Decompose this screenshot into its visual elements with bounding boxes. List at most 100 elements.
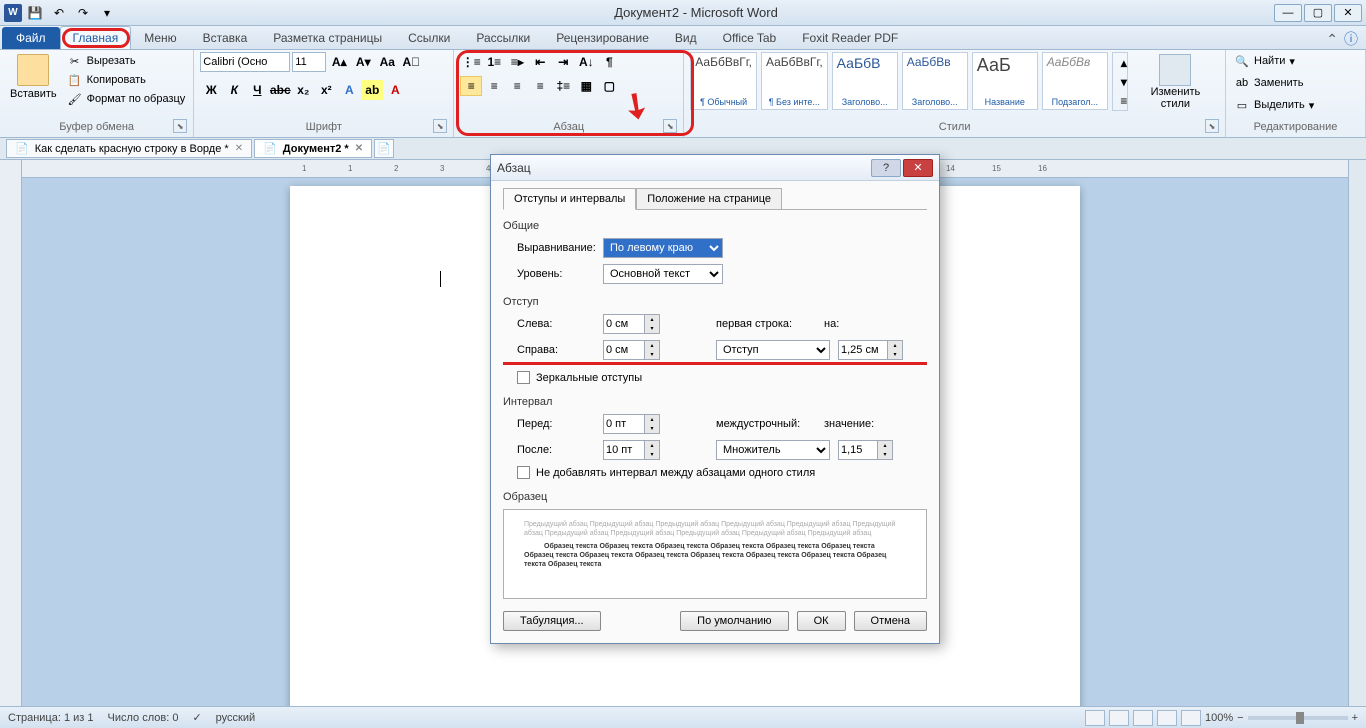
style-no-spacing[interactable]: АаБбВвГг,¶ Без инте... bbox=[761, 52, 828, 110]
zoom-slider[interactable] bbox=[1248, 716, 1348, 720]
text-effects-button[interactable]: A bbox=[338, 80, 360, 100]
mirror-indents-checkbox[interactable] bbox=[517, 371, 530, 384]
find-button[interactable]: 🔍Найти ▾ bbox=[1232, 52, 1297, 70]
ribbon-minimize-icon[interactable]: ⌃ bbox=[1326, 31, 1338, 48]
highlight-button[interactable]: ab bbox=[361, 80, 383, 100]
tab-insert[interactable]: Вставка bbox=[190, 26, 261, 49]
web-layout-view[interactable] bbox=[1133, 710, 1153, 726]
style-heading1[interactable]: АаБбВЗаголово... bbox=[832, 52, 898, 110]
font-color-button[interactable]: A bbox=[384, 80, 406, 100]
ok-button[interactable]: ОК bbox=[797, 611, 846, 631]
decrease-indent-button[interactable]: ⇤ bbox=[529, 52, 551, 72]
at-spinner[interactable]: ▴▾ bbox=[838, 440, 893, 460]
tab-mailings[interactable]: Рассылки bbox=[463, 26, 543, 49]
full-screen-view[interactable] bbox=[1109, 710, 1129, 726]
line-spacing-combo[interactable]: Множитель bbox=[716, 440, 830, 460]
page-status[interactable]: Страница: 1 из 1 bbox=[8, 712, 94, 724]
draft-view[interactable] bbox=[1181, 710, 1201, 726]
clear-formatting-button[interactable]: A⃠ bbox=[400, 52, 422, 72]
borders-button[interactable]: ▢ bbox=[598, 76, 620, 96]
tab-office-tab[interactable]: Office Tab bbox=[710, 26, 790, 49]
before-spinner[interactable]: ▴▾ bbox=[603, 414, 660, 434]
tab-foxit[interactable]: Foxit Reader PDF bbox=[789, 26, 911, 49]
tabs-button[interactable]: Табуляция... bbox=[503, 611, 601, 631]
maximize-button[interactable]: ▢ bbox=[1304, 4, 1332, 22]
change-styles-button[interactable]: Изменить стили bbox=[1132, 52, 1219, 112]
justify-button[interactable]: ≡ bbox=[529, 76, 551, 96]
qat-dropdown[interactable]: ▾ bbox=[96, 3, 118, 23]
doc-tab-1[interactable]: 📄Как сделать красную строку в Ворде *✕ bbox=[6, 139, 252, 158]
language-status[interactable]: русский bbox=[216, 712, 255, 724]
doc-tab-2[interactable]: 📄Документ2 *✕ bbox=[254, 139, 372, 158]
tab-view[interactable]: Вид bbox=[662, 26, 710, 49]
new-doc-tab[interactable]: 📄 bbox=[374, 139, 394, 158]
zoom-level[interactable]: 100% bbox=[1205, 712, 1233, 724]
numbering-button[interactable]: 1≡ bbox=[483, 52, 505, 72]
outline-view[interactable] bbox=[1157, 710, 1177, 726]
font-launcher[interactable]: ⬊ bbox=[433, 119, 447, 133]
help-icon[interactable]: ⓘ bbox=[1344, 29, 1358, 49]
style-heading2[interactable]: АаБбВвЗаголово... bbox=[902, 52, 968, 110]
close-button[interactable]: ✕ bbox=[1334, 4, 1362, 22]
tab-review[interactable]: Рецензирование bbox=[543, 26, 662, 49]
styles-launcher[interactable]: ⬊ bbox=[1205, 119, 1219, 133]
tab-references[interactable]: Ссылки bbox=[395, 26, 463, 49]
indent-by-spinner[interactable]: ▴▾ bbox=[838, 340, 903, 360]
show-marks-button[interactable]: ¶ bbox=[598, 52, 620, 72]
increase-indent-button[interactable]: ⇥ bbox=[552, 52, 574, 72]
align-left-button[interactable]: ≡ bbox=[460, 76, 482, 96]
indent-right-spinner[interactable]: ▴▾ bbox=[603, 340, 660, 360]
cut-button[interactable]: ✂Вырезать bbox=[65, 52, 188, 70]
level-combo[interactable]: Основной текст bbox=[603, 264, 723, 284]
grow-font-button[interactable]: A▴ bbox=[328, 52, 350, 72]
style-subtitle[interactable]: АаБбВвПодзагол... bbox=[1042, 52, 1108, 110]
paragraph-launcher[interactable]: ⬊ bbox=[663, 119, 677, 133]
replace-button[interactable]: abЗаменить bbox=[1232, 74, 1305, 92]
multilevel-button[interactable]: ≡▸ bbox=[506, 52, 528, 72]
line-spacing-button[interactable]: ‡≡ bbox=[552, 76, 574, 96]
spell-check-icon[interactable]: ✓ bbox=[192, 711, 201, 724]
redo-button[interactable]: ↷ bbox=[72, 3, 94, 23]
dialog-help-button[interactable]: ? bbox=[871, 159, 901, 177]
zoom-out-button[interactable]: − bbox=[1237, 712, 1243, 724]
after-spinner[interactable]: ▴▾ bbox=[603, 440, 660, 460]
default-button[interactable]: По умолчанию bbox=[680, 611, 788, 631]
subscript-button[interactable]: x₂ bbox=[292, 80, 314, 100]
strikethrough-button[interactable]: abc bbox=[269, 80, 291, 100]
dialog-titlebar[interactable]: Абзац ? ✕ bbox=[491, 155, 939, 181]
format-painter-button[interactable]: 🖌Формат по образцу bbox=[65, 90, 188, 108]
close-icon[interactable]: ✕ bbox=[355, 143, 363, 154]
dialog-close-button[interactable]: ✕ bbox=[903, 159, 933, 177]
select-button[interactable]: ▭Выделить ▾ bbox=[1232, 96, 1316, 114]
align-center-button[interactable]: ≡ bbox=[483, 76, 505, 96]
undo-button[interactable]: ↶ bbox=[48, 3, 70, 23]
first-line-combo[interactable]: Отступ bbox=[716, 340, 830, 360]
tab-page-layout[interactable]: Разметка страницы bbox=[260, 26, 395, 49]
tab-home[interactable]: Главная bbox=[60, 26, 132, 49]
font-name-combo[interactable] bbox=[200, 52, 290, 72]
no-space-checkbox[interactable] bbox=[517, 466, 530, 479]
style-title[interactable]: АаБНазвание bbox=[972, 52, 1038, 110]
indent-left-spinner[interactable]: ▴▾ bbox=[603, 314, 660, 334]
bullets-button[interactable]: ⋮≡ bbox=[460, 52, 482, 72]
save-button[interactable]: 💾 bbox=[24, 3, 46, 23]
tab-menu[interactable]: Меню bbox=[131, 26, 189, 49]
cancel-button[interactable]: Отмена bbox=[854, 611, 927, 631]
shading-button[interactable]: ▦ bbox=[575, 76, 597, 96]
bold-button[interactable]: Ж bbox=[200, 80, 222, 100]
dlg-tab-position[interactable]: Положение на странице bbox=[636, 188, 782, 210]
shrink-font-button[interactable]: A▾ bbox=[352, 52, 374, 72]
change-case-button[interactable]: Aa bbox=[376, 52, 398, 72]
underline-button[interactable]: Ч bbox=[246, 80, 268, 100]
paste-button[interactable]: Вставить bbox=[6, 52, 61, 102]
italic-button[interactable]: К bbox=[223, 80, 245, 100]
minimize-button[interactable]: — bbox=[1274, 4, 1302, 22]
sort-button[interactable]: A↓ bbox=[575, 52, 597, 72]
word-count[interactable]: Число слов: 0 bbox=[108, 712, 179, 724]
close-icon[interactable]: ✕ bbox=[235, 143, 243, 154]
tab-file[interactable]: Файл bbox=[2, 27, 60, 49]
align-right-button[interactable]: ≡ bbox=[506, 76, 528, 96]
superscript-button[interactable]: x² bbox=[315, 80, 337, 100]
vertical-scrollbar[interactable] bbox=[1348, 160, 1366, 708]
alignment-combo[interactable]: По левому краю bbox=[603, 238, 723, 258]
